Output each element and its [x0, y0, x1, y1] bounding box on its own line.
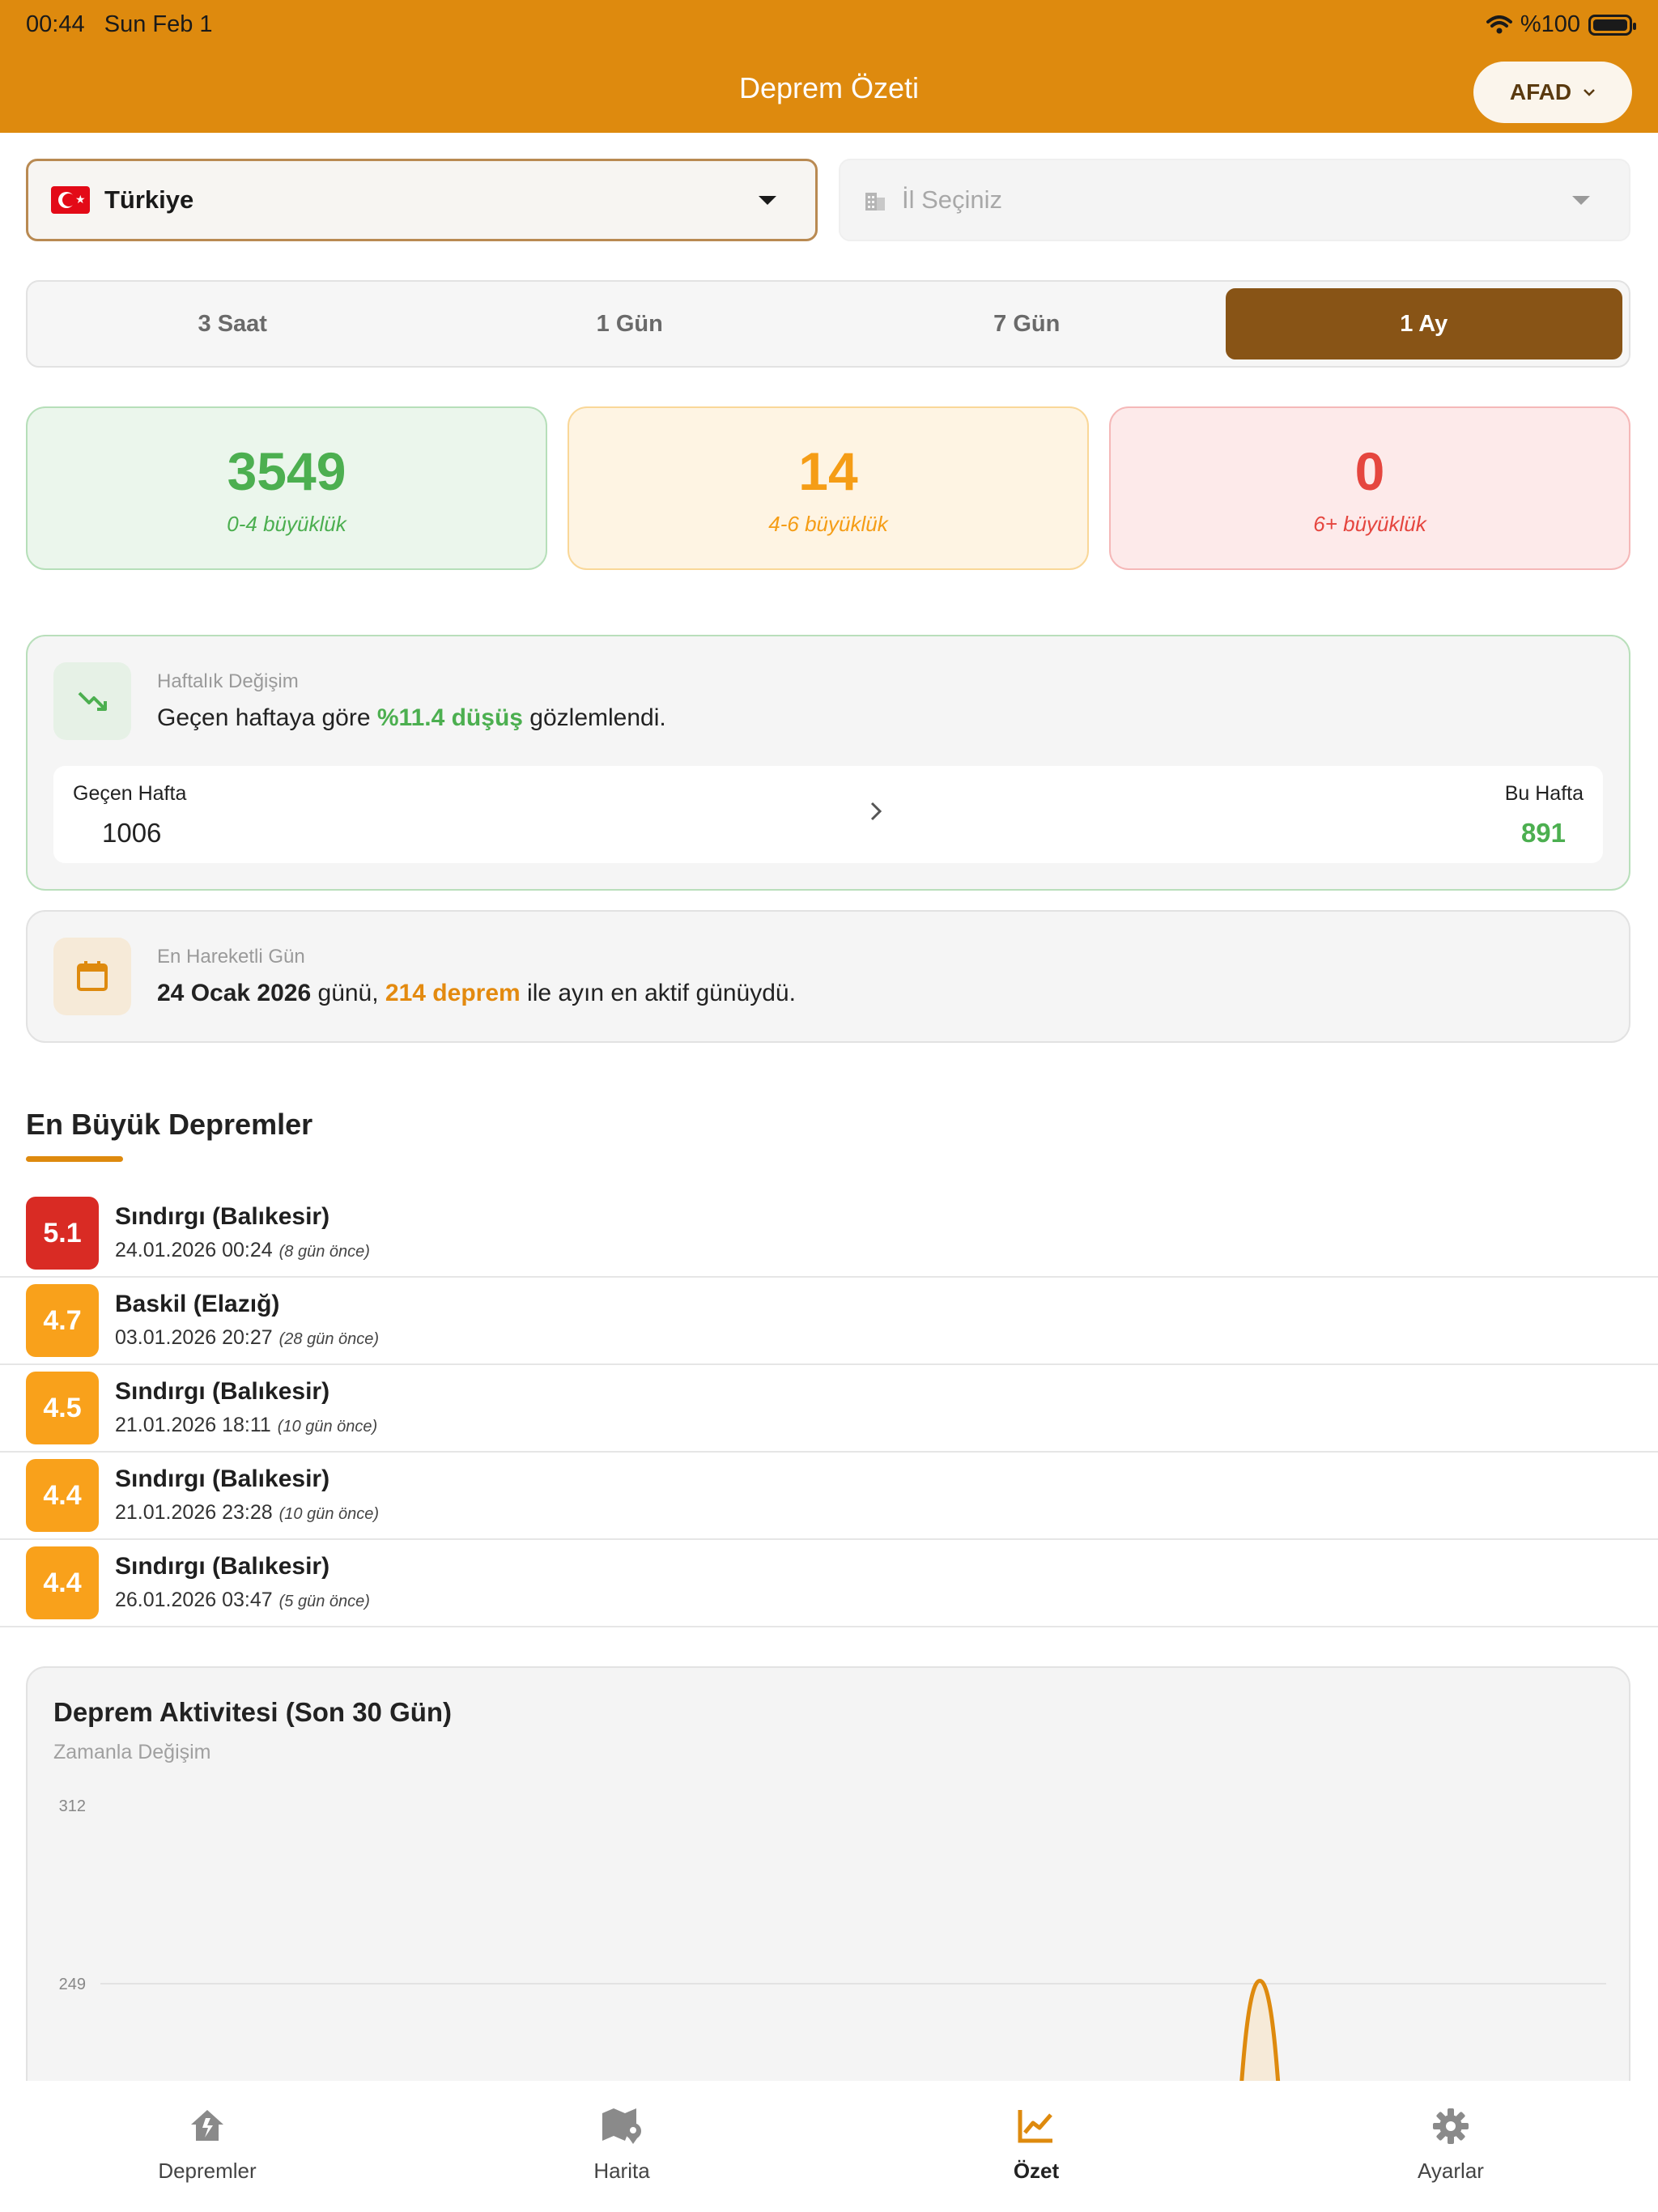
biggest-earthquakes-list: 5.1 Sındırgı (Balıkesir) 24.01.2026 00:2… [0, 1190, 1658, 1627]
stat-card-low-magnitude: 3549 0-4 büyüklük [26, 406, 547, 570]
building-icon [865, 193, 885, 211]
y-tick-label: 312 [59, 1797, 86, 1815]
stat-label: 4-6 büyüklük [768, 512, 888, 536]
magnitude-badge: 4.4 [26, 1459, 99, 1532]
stat-value: 0 [1354, 441, 1385, 501]
app-header: 00:44 Sun Feb 1 %100 Deprem Özeti AFAD [0, 0, 1658, 133]
country-select[interactable]: ★ Türkiye [26, 159, 818, 241]
nav-label: Ayarlar [1418, 2159, 1484, 2183]
country-select-value: Türkiye [104, 185, 194, 214]
list-item[interactable]: 4.4 Sındırgı (Balıkesir) 26.01.2026 03:4… [0, 1540, 1658, 1627]
city-select[interactable]: İl Seçiniz [839, 159, 1630, 241]
magnitude-badge: 4.7 [26, 1284, 99, 1357]
list-item[interactable]: 4.5 Sındırgı (Balıkesir) 21.01.2026 18:1… [0, 1365, 1658, 1453]
week-comparison: Geçen Hafta 1006 Bu Hafta 891 [53, 766, 1603, 863]
nav-item-ayarlar[interactable]: Ayarlar [1244, 2081, 1658, 2212]
earthquake-location: Sındırgı (Balıkesir) [115, 1378, 330, 1405]
earthquake-location: Baskil (Elazığ) [115, 1291, 280, 1317]
y-tick-label: 249 [59, 1976, 86, 1993]
tab-3-saat[interactable]: 3 Saat [34, 288, 432, 359]
wifi-icon [1486, 15, 1512, 33]
gear-icon [1433, 2108, 1469, 2144]
battery-percent: %100 [1520, 11, 1580, 37]
earthquake-date: 21.01.2026 23:28 (10 gün önce) [115, 1501, 380, 1524]
section-underline [26, 1156, 123, 1162]
tab-1-gun[interactable]: 1 Gün [432, 288, 829, 359]
magnitude-badge: 4.5 [26, 1372, 99, 1444]
last-week-value: 1006 [102, 818, 162, 848]
list-item[interactable]: 4.7 Baskil (Elazığ) 03.01.2026 20:27 (28 … [0, 1278, 1658, 1365]
this-week-label: Bu Hafta [1504, 782, 1584, 805]
this-week-value: 891 [1520, 818, 1566, 848]
earthquake-location: Sındırgı (Balıkesir) [115, 1465, 330, 1492]
dropdown-caret-icon [1572, 195, 1590, 205]
time-range-tabs: 3 Saat 1 Gün 7 Gün 1 Ay [26, 280, 1630, 368]
page-title: Deprem Özeti [738, 71, 920, 104]
stat-card-mid-magnitude: 14 4-6 büyüklük [568, 406, 1089, 570]
nav-label: Depremler [158, 2159, 257, 2183]
weekly-change-subtitle: Haftalık Değişim [157, 670, 299, 692]
tab-1-ay[interactable]: 1 Ay [1225, 288, 1622, 359]
earthquake-date: 03.01.2026 20:27 (28 gün önce) [115, 1326, 380, 1349]
earthquake-location: Sındırgı (Balıkesir) [115, 1553, 330, 1580]
calendar-icon-box [53, 938, 131, 1015]
nav-label: Özet [1013, 2159, 1060, 2183]
home-alert-icon [191, 2110, 223, 2141]
city-select-placeholder: İl Seçiniz [902, 185, 1003, 214]
last-week-label: Geçen Hafta [73, 782, 187, 805]
earthquake-date: 21.01.2026 18:11 (10 gün önce) [115, 1414, 378, 1436]
source-selector-button[interactable]: AFAD [1473, 62, 1632, 123]
nav-item-harita[interactable]: Harita [414, 2081, 829, 2212]
weekly-change-text: Geçen haftaya göre %11.4 düşüş gözlemlen… [157, 704, 666, 731]
stat-value: 3549 [227, 441, 346, 501]
list-item[interactable]: 5.1 Sındırgı (Balıkesir) 24.01.2026 00:2… [0, 1190, 1658, 1278]
chart-line-icon [1018, 2110, 1052, 2143]
earthquake-date: 24.01.2026 00:24 (8 gün önce) [115, 1239, 370, 1261]
weekly-change-card: Haftalık Değişim Geçen haftaya göre %11.… [26, 635, 1630, 891]
source-label: AFAD [1509, 79, 1572, 104]
active-day-subtitle: En Hareketli Gün [157, 946, 305, 968]
stat-label: 6+ büyüklük [1313, 512, 1426, 536]
nav-item-ozet[interactable]: Özet [829, 2081, 1244, 2212]
trending-down-icon-box [53, 662, 131, 740]
chevron-right-icon [870, 802, 882, 821]
tab-7-gun[interactable]: 7 Gün [828, 288, 1226, 359]
earthquake-date: 26.01.2026 03:47 (5 gün önce) [115, 1589, 370, 1611]
status-bar-right: %100 [1486, 11, 1636, 38]
chevron-down-icon [1584, 89, 1595, 96]
calendar-icon [77, 961, 108, 991]
section-title-biggest: En Büyük Depremler [26, 1108, 313, 1141]
status-bar-time: 00:44 Sun Feb 1 [26, 11, 213, 37]
nav-label: Harita [593, 2159, 650, 2183]
battery-icon [1588, 14, 1636, 36]
active-day-text: 24 Ocak 2026 günü, 214 deprem ile ayın e… [157, 980, 796, 1006]
earthquake-location: Sındırgı (Balıkesir) [115, 1203, 330, 1230]
list-item[interactable]: 4.4 Sındırgı (Balıkesir) 21.01.2026 23:2… [0, 1453, 1658, 1540]
trending-down-icon [78, 691, 107, 711]
dropdown-caret-icon [759, 195, 776, 205]
magnitude-badge: 4.4 [26, 1546, 99, 1619]
stat-value: 14 [798, 441, 858, 501]
bottom-navigation: Depremler Harita Özet Ayarlar [0, 2081, 1658, 2212]
magnitude-badge: 5.1 [26, 1197, 99, 1270]
stat-label: 0-4 büyüklük [227, 512, 346, 536]
stat-card-high-magnitude: 0 6+ büyüklük [1109, 406, 1630, 570]
map-pin-icon [602, 2108, 641, 2144]
nav-item-depremler[interactable]: Depremler [0, 2081, 414, 2212]
turkey-flag-icon: ★ [51, 186, 90, 214]
most-active-day-card: En Hareketli Gün 24 Ocak 2026 günü, 214 … [26, 910, 1630, 1043]
